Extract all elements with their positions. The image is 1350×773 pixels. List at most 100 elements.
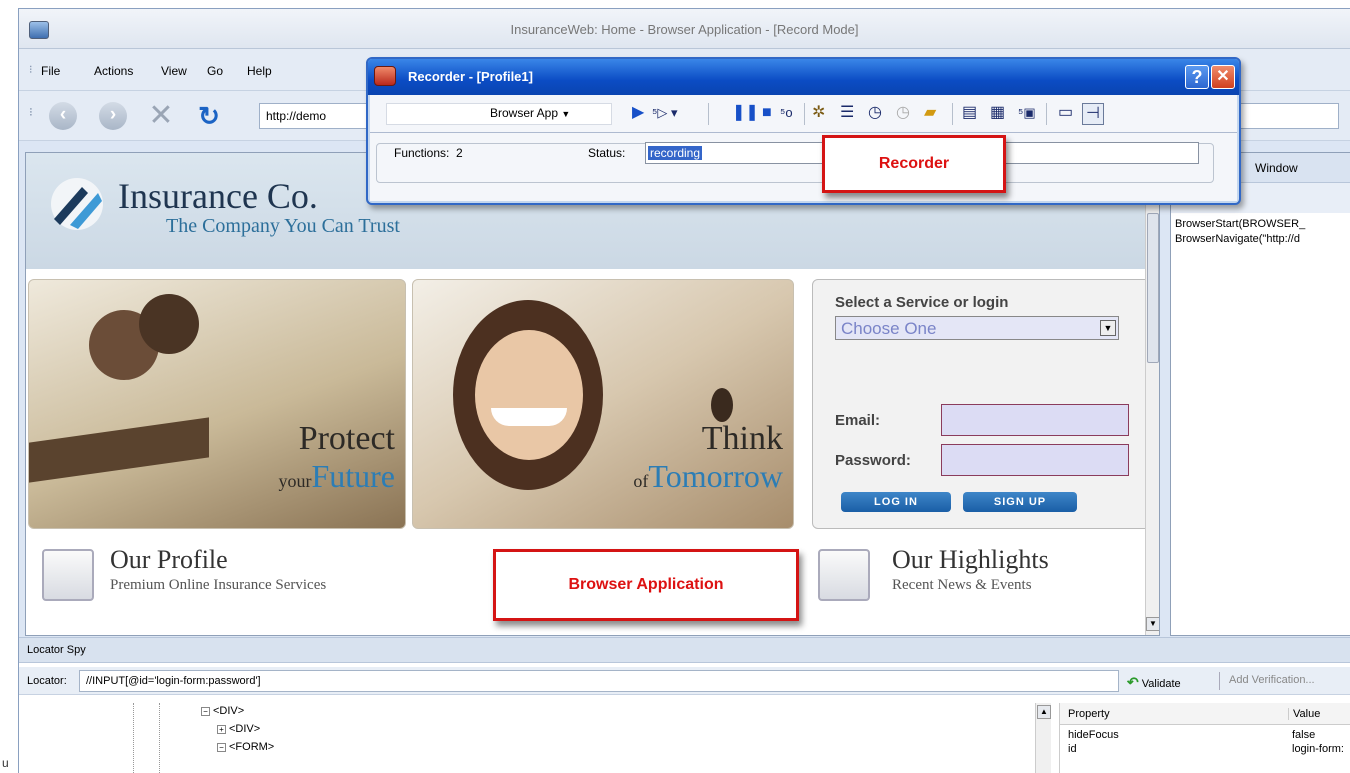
stop-icon[interactable]: ■ <box>762 103 772 123</box>
wizard-icon[interactable]: ✲ <box>812 103 825 123</box>
column-header-property[interactable]: Property <box>1068 708 1110 720</box>
play-icon[interactable]: ▶ <box>632 103 644 123</box>
scroll-up-icon[interactable]: ▲ <box>1037 705 1051 719</box>
tree-node[interactable]: − <DIV> <box>201 705 244 717</box>
help-button[interactable]: ? <box>1185 65 1209 89</box>
login-panel: Select a Service or login Choose One ▼ E… <box>812 279 1152 529</box>
browser-scrollbar[interactable]: ▼ <box>1145 153 1159 635</box>
validate-button[interactable]: ↶ Validate <box>1127 674 1181 691</box>
locator-spy-title: Locator Spy <box>19 637 1350 663</box>
smile <box>491 408 567 426</box>
refresh-icon[interactable]: ↻ <box>195 102 223 130</box>
email-field[interactable] <box>941 404 1129 436</box>
face <box>475 330 583 460</box>
property-name: id <box>1068 743 1077 755</box>
tree-node[interactable]: − <FORM> <box>217 741 274 753</box>
stop-icon[interactable]: ✕ <box>147 101 175 131</box>
notes-icon[interactable]: ▦ <box>990 103 1005 123</box>
window-icon[interactable]: ▭ <box>1058 103 1073 123</box>
script-code[interactable]: BrowserStart(BROWSER_ BrowserNavigate("h… <box>1171 213 1350 251</box>
grip-icon: ⁝ <box>29 105 33 119</box>
record-step-icon[interactable]: ⁵o <box>780 103 793 123</box>
site-brand: Insurance Co. <box>118 176 318 216</box>
add-verification-button[interactable]: Add Verification... <box>1229 674 1315 686</box>
recorder-window: Recorder - [Profile1] ? ✕ Browser App ▼ … <box>366 57 1241 205</box>
recorder-status-area: Functions: 2 Status: recording <box>370 133 1237 201</box>
promo-text: Think ofTomorrow <box>633 420 783 494</box>
forward-icon[interactable]: › <box>99 102 127 130</box>
functions-display: Functions: 2 <box>394 146 463 160</box>
login-button[interactable]: LOG IN <box>841 492 951 512</box>
scrollbar-thumb[interactable] <box>1147 213 1159 363</box>
pause-icon[interactable]: ❚❚ <box>732 103 759 123</box>
tree-line <box>133 703 134 773</box>
tree-node[interactable]: + <DIV> <box>217 723 260 735</box>
close-button[interactable]: ✕ <box>1211 65 1235 89</box>
timer-icon[interactable]: ◷ <box>868 103 882 123</box>
divider <box>1219 672 1220 690</box>
divider <box>708 103 709 125</box>
title-bar: InsuranceWeb: Home - Browser Application… <box>19 9 1350 49</box>
person-figure <box>139 294 199 354</box>
back-icon[interactable]: ‹ <box>49 102 77 130</box>
chevron-down-icon[interactable]: ▼ <box>1100 320 1116 336</box>
profile-title: Our Profile <box>110 545 228 574</box>
script-icon[interactable]: ▤ <box>962 103 977 123</box>
pier <box>29 417 209 483</box>
menu-view[interactable]: View <box>161 64 187 78</box>
step-play-icon[interactable]: ⁵▷ ▾ <box>652 103 678 123</box>
properties-table: Property Value hideFocus false id login-… <box>1059 703 1350 773</box>
service-title: Select a Service or login <box>835 294 1009 311</box>
recorder-title: Recorder - [Profile1] <box>408 69 533 84</box>
service-select[interactable]: Choose One ▼ <box>835 316 1119 340</box>
promo-text: Protect yourFuture <box>278 420 395 494</box>
signup-button[interactable]: SIGN UP <box>963 492 1077 512</box>
tree-scrollbar[interactable]: ▲ <box>1035 703 1051 773</box>
list-icon[interactable]: ☰ <box>840 103 854 123</box>
menu-help[interactable]: Help <box>247 64 272 78</box>
menu-file[interactable]: File <box>41 64 60 78</box>
magnifier-document-icon <box>818 549 870 601</box>
column-header-value[interactable]: Value <box>1288 708 1320 720</box>
code-line: BrowserNavigate("http://d <box>1175 233 1300 245</box>
insert-icon[interactable]: ⁵▣ <box>1018 103 1036 123</box>
timer-disabled-icon: ◷ <box>896 104 910 121</box>
dom-tree: − <DIV> + <DIV> − <FORM> <box>25 703 1055 773</box>
code-line: BrowserStart(BROWSER_ <box>1175 218 1306 230</box>
expand-icon[interactable]: + <box>217 725 226 734</box>
pin-icon[interactable]: ⊣ <box>1082 103 1104 125</box>
tree-line <box>159 703 160 773</box>
company-logo-icon <box>51 178 103 230</box>
profile-subtitle: Premium Online Insurance Services <box>110 577 327 593</box>
status-label: Status: <box>588 146 626 160</box>
site-tagline: The Company You Can Trust <box>166 215 400 237</box>
divider <box>1046 103 1047 125</box>
window-title: InsuranceWeb: Home - Browser Application… <box>510 22 859 37</box>
locator-bar: Locator: //INPUT[@id='login-form:passwor… <box>19 667 1350 695</box>
promo-panel-think: Think ofTomorrow <box>412 279 794 529</box>
recorder-toolbar: Browser App ▼ ▶ ⁵▷ ▾ ❚❚ ■ ⁵o ✲ ☰ ◷ ◷ ▰ ▤… <box>370 95 1237 133</box>
browser-application-callout: Browser Application <box>493 549 799 621</box>
property-value: login-form: <box>1292 743 1344 755</box>
locator-input[interactable]: //INPUT[@id='login-form:password'] <box>79 670 1119 692</box>
promo-panel-protect: Protect yourFuture <box>28 279 406 529</box>
script-window-panel: Window BrowserStart(BROWSER_ BrowserNavi… <box>1170 152 1350 636</box>
scroll-down-icon[interactable]: ▼ <box>1146 617 1159 631</box>
locator-spy-panel: Locator Spy Locator: //INPUT[@id='login-… <box>19 637 1350 773</box>
highlights-subtitle: Recent News & Events <box>892 577 1032 593</box>
email-label: Email: <box>835 412 881 429</box>
divider <box>804 103 805 125</box>
property-name: hideFocus <box>1068 729 1119 741</box>
collapse-icon[interactable]: − <box>217 743 226 752</box>
recorder-title-bar: Recorder - [Profile1] ? ✕ <box>368 59 1239 95</box>
document-icon <box>42 549 94 601</box>
app-select[interactable]: Browser App ▼ <box>490 106 570 120</box>
highlights-title: Our Highlights <box>892 545 1049 574</box>
collapse-icon[interactable]: − <box>201 707 210 716</box>
chevron-down-icon: ▼ <box>561 109 571 119</box>
menu-go[interactable]: Go <box>207 64 223 78</box>
menu-actions[interactable]: Actions <box>94 64 133 78</box>
recorder-app-icon <box>374 66 396 86</box>
password-field[interactable] <box>941 444 1129 476</box>
folder-icon[interactable]: ▰ <box>924 103 936 123</box>
